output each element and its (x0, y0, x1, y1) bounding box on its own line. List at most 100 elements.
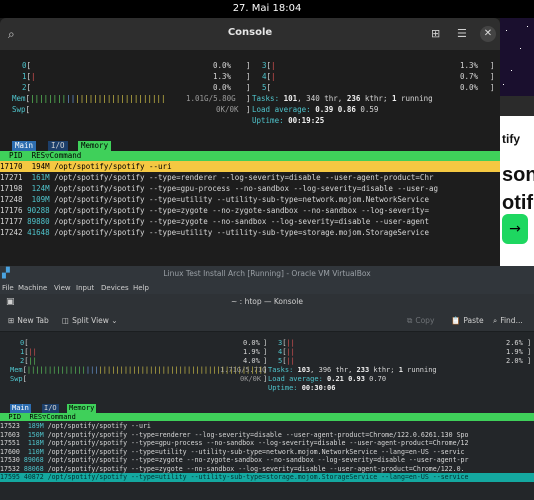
cpu-meter: 3[| (262, 61, 276, 70)
table-row[interactable]: 17603 150M /opt/spotify/spotify --type=r… (0, 431, 534, 440)
menu-icon[interactable]: ☰ (457, 27, 467, 41)
table-row[interactable]: 17242 41648 /opt/spotify/spotify --type=… (0, 227, 500, 238)
konsole-titlebar: ▣ ~ : htop — Konsole (0, 294, 534, 310)
swap-meter: Swp[ (12, 105, 31, 114)
background-text: son (502, 164, 534, 186)
memory-value: 1.71G/5.71G (220, 366, 267, 374)
swap-meter: Swp[ (10, 375, 27, 383)
table-row[interactable]: 17600 110M /opt/spotify/spotify --type=u… (0, 448, 534, 457)
swap-value: 0K/0K (240, 375, 262, 383)
cpu-percent: 1.3% (213, 72, 232, 81)
cpu-meter: 4[|| (278, 348, 295, 356)
cpu-percent: 1.9% (506, 348, 523, 356)
window-title: Console (227, 27, 273, 38)
top-bar: 27. Mai 18:04 (0, 0, 534, 18)
memory-value: 1.01G/5.80G (186, 94, 236, 103)
table-row[interactable]: 17198 124M /opt/spotify/spotify --type=g… (0, 183, 500, 194)
menu-machine[interactable]: Machine (18, 282, 47, 294)
cpu-percent: 0.0% (243, 339, 260, 347)
window-title: ~ : htop — Konsole (231, 297, 303, 306)
tab-memory[interactable]: Memory (67, 404, 97, 413)
copy-icon: ⧉ (407, 316, 413, 325)
tab-main[interactable]: Main (10, 404, 31, 413)
menu-input[interactable]: Input (76, 282, 94, 294)
cpu-meter: 2[|| (20, 357, 37, 365)
background-band (500, 96, 534, 116)
table-row[interactable]: 17176 90288 /opt/spotify/spotify --type=… (0, 205, 500, 216)
table-row[interactable]: 17170 194M /opt/spotify/spotify --uri (0, 161, 500, 172)
uptime: Uptime: 00:19:25 (252, 116, 325, 125)
new-tab-button[interactable]: ⊞ New Tab (8, 310, 49, 332)
new-tab-icon[interactable]: ⊞ (431, 27, 440, 41)
cpu-percent: 1.9% (243, 348, 260, 356)
tasks-info: Tasks: 101, 340 thr, 236 kthr; 1 running (252, 94, 433, 103)
cpu-percent: 2.6% (506, 339, 523, 347)
tasks-info: Tasks: 103, 396 thr, 233 kthr; 1 running (268, 366, 437, 374)
load-average: Load average: 0.39 0.86 0.59 (252, 105, 379, 114)
new-tab-icon: ⊞ (8, 316, 15, 325)
tab-memory[interactable]: Memory (78, 141, 112, 151)
load-average: Load average: 0.21 0.93 0.70 (268, 375, 387, 383)
table-row[interactable]: 17530 89068 /opt/spotify/spotify --type=… (0, 456, 534, 465)
virtualbox-window: ▞ Linux Test Install Arch [Running] - Or… (0, 266, 534, 500)
console-window: ⌕ Console ⊞ ☰ ✕ 0[ 0.0% ] 1[| 1.3% ] 2[ … (0, 18, 500, 266)
cpu-meter: 0[ (22, 61, 32, 70)
arrow-icon[interactable]: → (502, 214, 528, 244)
cpu-meter: 1[|| (20, 348, 37, 356)
background-text: tify (502, 132, 520, 146)
toolbar: ⊞ New Tab ◫ Split View ⌄ ⧉ Copy 📋 Paste ⌕ Fin… (0, 310, 534, 332)
cpu-meter: 3[|| (278, 339, 295, 347)
cpu-percent: 0.7% (460, 72, 479, 81)
cpu-percent: 2.0% (506, 357, 523, 365)
menu-bar: File Machine View Input Devices Help (0, 282, 534, 294)
konsole-window: ▣ ~ : htop — Konsole ⊞ New Tab ◫ Split Vie… (0, 294, 534, 500)
cpu-meter: 0[ (20, 339, 29, 347)
find-button[interactable]: ⌕ Find... (493, 310, 523, 332)
table-row[interactable]: 17595 40872 /opt/spotify/spotify --type=… (0, 473, 534, 482)
cpu-percent: 0.0% (460, 83, 479, 92)
table-row[interactable]: 17551 118M /opt/spotify/spotify --type=g… (0, 439, 534, 448)
tab-io[interactable]: I/O (42, 404, 59, 413)
memory-meter: Mem[|||||||||||||||||||||||||||||| (12, 94, 166, 103)
terminal-area[interactable]: 0[ 0.0% ] 1[|| 1.9% ] 2[|| 4.0% ] 3[|| 2… (0, 333, 534, 500)
menu-view[interactable]: View (54, 282, 71, 294)
chevron-down-icon: ⌄ (111, 316, 118, 325)
search-icon: ⌕ (493, 316, 498, 325)
terminal-area[interactable]: 0[ 0.0% ] 1[| 1.3% ] 2[ 0.0% ] 3[| 1.3% … (0, 50, 500, 266)
uptime: Uptime: 00:30:06 (268, 384, 336, 392)
cpu-percent: 4.0% (243, 357, 260, 365)
table-row[interactable]: 17532 88068 /opt/spotify/spotify --type=… (0, 465, 534, 474)
cpu-meter: 5[|| (278, 357, 295, 365)
tab-main[interactable]: Main (12, 141, 37, 151)
clock[interactable]: 27. Mai 18:04 (0, 3, 534, 14)
tab-io[interactable]: I/O (48, 141, 68, 151)
table-row[interactable]: 17177 89880 /opt/spotify/spotify --type=… (0, 216, 500, 227)
cpu-percent: 0.0% (213, 83, 232, 92)
virtualbox-titlebar: ▞ Linux Test Install Arch [Running] - Or… (0, 266, 534, 282)
paste-button[interactable]: 📋 Paste (451, 310, 484, 332)
background-image (500, 18, 534, 96)
cpu-percent: 1.3% (460, 61, 479, 70)
swap-value: 0K/0K (216, 105, 239, 114)
console-header: ⌕ Console ⊞ ☰ ✕ (0, 18, 500, 50)
cpu-meter: 4[| (262, 72, 276, 81)
process-table-header[interactable]: PID RES▽Command (0, 151, 500, 161)
menu-devices[interactable]: Devices (101, 282, 129, 294)
cpu-meter: 1[| (22, 72, 36, 81)
process-table-header[interactable]: PID RES▽Command (0, 413, 534, 421)
menu-help[interactable]: Help (133, 282, 149, 294)
table-row[interactable]: 17523 189M /opt/spotify/spotify --uri (0, 422, 534, 431)
close-icon[interactable]: ✕ (480, 26, 496, 42)
cpu-percent: 0.0% (213, 61, 232, 70)
background-text: otif (502, 192, 534, 214)
cpu-meter: 5[ (262, 83, 272, 92)
window-title: Linux Test Install Arch [Running] - Orac… (163, 269, 371, 278)
cpu-meter: 2[ (22, 83, 32, 92)
split-view-icon: ◫ (62, 316, 70, 325)
split-view-button[interactable]: ◫ Split View ⌄ (62, 310, 118, 332)
copy-button[interactable]: ⧉ Copy (407, 310, 434, 332)
table-row[interactable]: 17248 109M /opt/spotify/spotify --type=u… (0, 194, 500, 205)
paste-icon: 📋 (451, 316, 461, 325)
menu-file[interactable]: File (2, 282, 14, 294)
table-row[interactable]: 17271 161M /opt/spotify/spotify --type=r… (0, 172, 500, 183)
